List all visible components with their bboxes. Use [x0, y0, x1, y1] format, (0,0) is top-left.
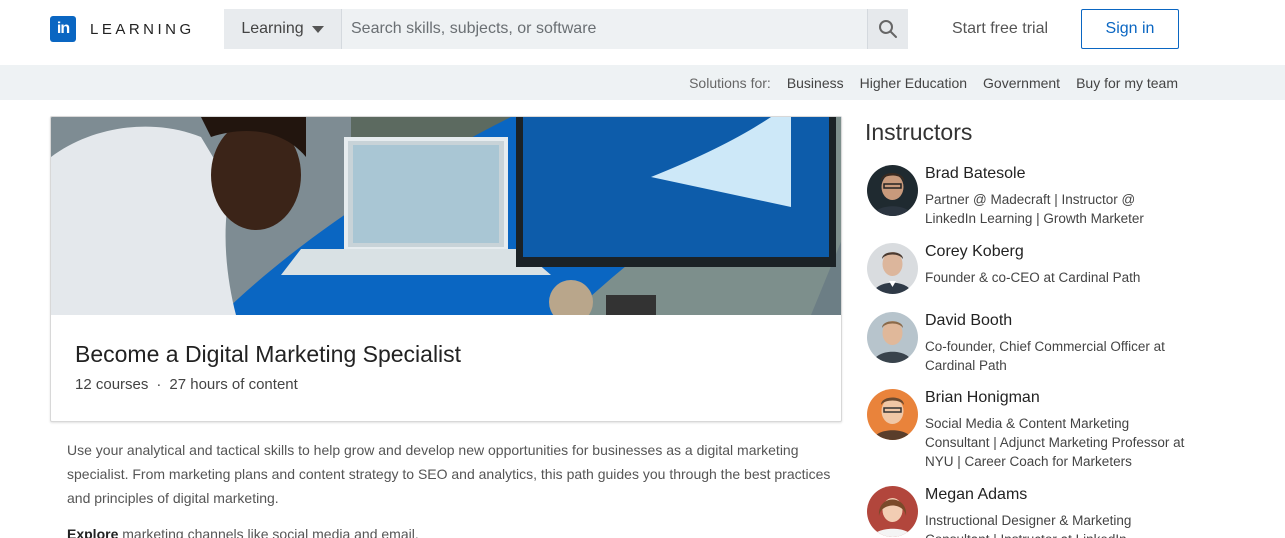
- sign-in-button[interactable]: Sign in: [1081, 9, 1179, 49]
- search-icon: [879, 20, 897, 38]
- explore-rest: marketing channels like social media and…: [118, 526, 419, 538]
- solutions-link-government[interactable]: Government: [983, 75, 1060, 91]
- explore-text: Explore marketing channels like social m…: [67, 526, 419, 538]
- content-hours: 27 hours of content: [169, 376, 298, 393]
- instructor-name[interactable]: David Booth: [925, 312, 1012, 330]
- solutions-link-business[interactable]: Business: [787, 75, 844, 91]
- avatar: [867, 312, 918, 363]
- solutions-label: Solutions for:: [689, 75, 771, 91]
- path-title: Become a Digital Marketing Specialist: [75, 341, 462, 367]
- search-scope-dropdown[interactable]: Learning: [224, 9, 342, 49]
- solutions-link-buy-for-team[interactable]: Buy for my team: [1076, 75, 1178, 91]
- solutions-bar: Solutions for: Business Higher Education…: [0, 65, 1285, 100]
- avatar: [867, 389, 918, 440]
- instructor-bio: Instructional Designer & Marketing Consu…: [925, 513, 1132, 538]
- search-bar: Learning: [224, 9, 908, 49]
- avatar: [867, 165, 918, 216]
- path-meta: 12 courses · 27 hours of content: [75, 376, 298, 393]
- linkedin-learning-logo[interactable]: in LEARNING: [50, 16, 195, 42]
- learning-path-card: Become a Digital Marketing Specialist 12…: [50, 116, 842, 422]
- solutions-nav: Solutions for: Business Higher Education…: [689, 75, 1178, 91]
- instructor-name[interactable]: Brad Batesole: [925, 165, 1026, 183]
- instructor-bio: Co-founder, Chief Commercial Officer at …: [925, 339, 1165, 373]
- logo-text: LEARNING: [90, 20, 195, 38]
- instructor-bio: Partner @ Madecraft | Instructor @ Linke…: [925, 192, 1144, 226]
- search-input[interactable]: [342, 9, 867, 49]
- hero-image: [51, 117, 841, 315]
- course-count: 12 courses: [75, 376, 149, 393]
- instructor-bio: Founder & co-CEO at Cardinal Path: [925, 270, 1141, 285]
- instructor-name[interactable]: Megan Adams: [925, 486, 1027, 504]
- avatar: [867, 486, 918, 537]
- avatar: [867, 243, 918, 294]
- path-description: Use your analytical and tactical skills …: [67, 442, 831, 506]
- instructor-bio: Social Media & Content Marketing Consult…: [925, 416, 1185, 469]
- top-header: in LEARNING Learning Start free trial Si…: [0, 0, 1285, 65]
- linkedin-logo-icon: in: [50, 16, 76, 42]
- instructor-name[interactable]: Brian Honigman: [925, 389, 1040, 407]
- solutions-link-higher-education[interactable]: Higher Education: [860, 75, 967, 91]
- instructor-name[interactable]: Corey Koberg: [925, 243, 1024, 261]
- explore-bold: Explore: [67, 526, 119, 538]
- instructors-heading: Instructors: [865, 119, 973, 145]
- start-free-trial-link[interactable]: Start free trial: [952, 20, 1048, 38]
- search-button[interactable]: [867, 9, 908, 49]
- caret-down-icon: [311, 25, 324, 33]
- meta-separator: ·: [156, 376, 162, 393]
- search-scope-label: Learning: [241, 20, 304, 37]
